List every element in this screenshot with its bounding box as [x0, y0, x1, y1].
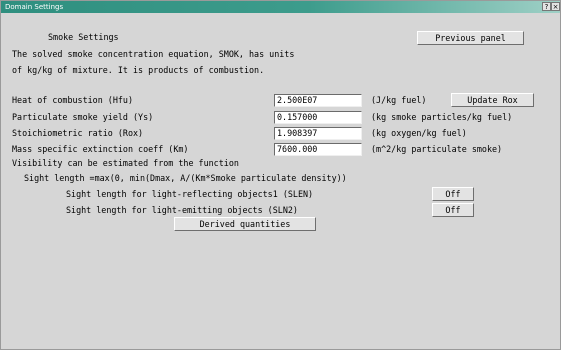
previous-panel-button[interactable]: Previous panel [417, 31, 524, 45]
description-line-1: The solved smoke concentration equation,… [12, 49, 295, 59]
slen-label: Sight length for light-reflecting object… [66, 189, 314, 199]
panel-title: Smoke Settings [48, 32, 119, 42]
extinction-coeff-unit: (m^2/kg particulate smoke) [371, 144, 503, 154]
window-title: Domain Settings [5, 3, 64, 11]
help-icon[interactable]: ? [542, 2, 551, 11]
stoichiometric-ratio-input[interactable]: 1.908397 [274, 127, 362, 140]
domain-settings-window: Domain Settings ? × Smoke Settings Previ… [0, 0, 561, 350]
sln2-toggle-button[interactable]: Off [432, 203, 474, 217]
description-line-2: of kg/kg of mixture. It is products of c… [12, 65, 265, 75]
extinction-coeff-label: Mass specific extinction coeff (Km) [12, 144, 189, 154]
smoke-yield-unit: (kg smoke particles/kg fuel) [371, 112, 513, 122]
extinction-coeff-input[interactable]: 7600.000 [274, 143, 362, 156]
title-bar[interactable]: Domain Settings ? × [1, 1, 560, 13]
smoke-yield-label: Particulate smoke yield (Ys) [12, 112, 154, 122]
slen-toggle-button[interactable]: Off [432, 187, 474, 201]
visibility-heading: Visibility can be estimated from the fun… [12, 158, 239, 168]
heat-of-combustion-input[interactable]: 2.500E07 [274, 94, 362, 107]
derived-quantities-button[interactable]: Derived quantities [174, 217, 316, 231]
update-rox-button[interactable]: Update Rox [451, 93, 534, 107]
heat-of-combustion-unit: (J/kg fuel) [371, 95, 427, 105]
smoke-yield-input[interactable]: 0.157000 [274, 111, 362, 124]
stoichiometric-ratio-label: Stoichiometric ratio (Rox) [12, 128, 144, 138]
sln2-label: Sight length for light-emitting objects … [66, 205, 298, 215]
close-icon[interactable]: × [551, 2, 560, 11]
heat-of-combustion-label: Heat of combustion (Hfu) [12, 95, 134, 105]
sight-length-formula: Sight length =max(0, min(Dmax, A/(Km*Smo… [24, 173, 347, 183]
stoichiometric-ratio-unit: (kg oxygen/kg fuel) [371, 128, 467, 138]
